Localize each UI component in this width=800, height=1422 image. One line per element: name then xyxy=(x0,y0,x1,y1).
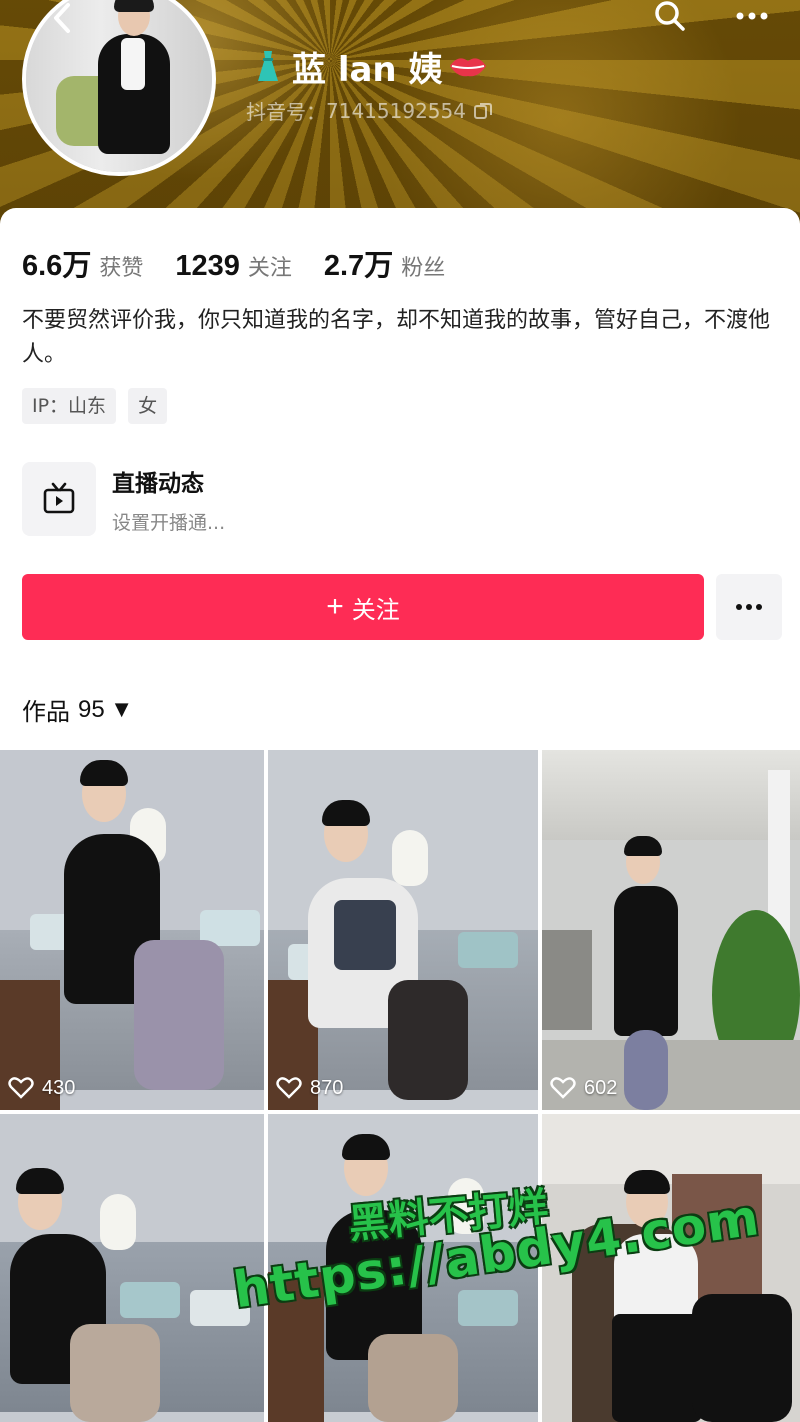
lips-icon xyxy=(450,58,487,77)
douyin-id: 抖音号： 71415192554 xyxy=(246,96,494,125)
caret-down-icon: ▼ xyxy=(114,699,129,720)
follow-label: 关注 xyxy=(351,596,400,624)
video-likes: 602 xyxy=(550,1076,617,1100)
profile-page: 蓝 lan 姨 抖音号： 71415192554 6.6万 获赞 1239 关注… xyxy=(0,0,800,1422)
douyin-id-value: 71415192554 xyxy=(326,98,466,123)
tag-ip: IP：山东 xyxy=(22,388,117,424)
more-options-button[interactable] xyxy=(728,0,776,34)
search-icon xyxy=(655,1,685,31)
stat-followers[interactable]: 2.7万 粉丝 xyxy=(324,242,445,284)
back-button[interactable] xyxy=(38,0,86,36)
plus-icon: + xyxy=(326,590,344,623)
ellipsis-icon xyxy=(736,604,762,610)
profile-tags: IP：山东 女 xyxy=(22,388,179,424)
live-icon-box xyxy=(22,462,96,536)
chevron-left-icon xyxy=(54,3,70,33)
video-likes: 430 xyxy=(8,1076,75,1100)
video-thumbnail[interactable]: 870 xyxy=(268,750,538,1110)
stats-row: 6.6万 获赞 1239 关注 2.7万 粉丝 xyxy=(22,242,477,284)
profile-bio: 不要贸然评价我，你只知道我的名字，却不知道我的故事，管好自己，不渡他人。 xyxy=(22,308,771,367)
stat-following[interactable]: 1239 关注 xyxy=(175,250,292,283)
search-button[interactable] xyxy=(646,0,694,34)
stat-following-label: 关注 xyxy=(247,256,292,281)
live-tv-icon xyxy=(43,482,75,514)
tag-gender: 女 xyxy=(128,388,168,424)
video-likes-count: 870 xyxy=(310,1076,344,1099)
profile-name: 蓝 lan 姨 xyxy=(292,49,443,90)
video-likes-count: 602 xyxy=(584,1076,618,1099)
works-tab[interactable]: 作品 95 ▼ xyxy=(22,692,129,727)
video-thumbnail[interactable]: 430 xyxy=(0,750,264,1110)
stat-likes-label: 获赞 xyxy=(99,256,144,281)
heart-icon xyxy=(550,1077,576,1099)
video-thumbnail[interactable] xyxy=(0,1114,264,1422)
live-title: 直播动态 xyxy=(112,470,204,497)
dress-icon xyxy=(258,51,278,81)
heart-icon xyxy=(276,1077,302,1099)
douyin-id-label: 抖音号： xyxy=(246,100,326,124)
video-likes-count: 430 xyxy=(42,1076,76,1099)
stat-likes[interactable]: 6.6万 获赞 xyxy=(22,242,143,284)
live-activity[interactable]: 直播动态 设置开播通... xyxy=(22,462,225,536)
ellipsis-icon xyxy=(736,12,768,20)
follow-more-button[interactable] xyxy=(716,574,782,640)
live-subtitle: 设置开播通... xyxy=(112,511,226,534)
stat-following-value: 1239 xyxy=(175,250,240,282)
works-label: 作品 xyxy=(22,698,70,726)
video-thumbnail[interactable]: 602 xyxy=(542,750,800,1110)
follow-button[interactable]: + 关注 xyxy=(22,574,704,640)
stat-followers-value: 2.7万 xyxy=(323,250,394,282)
stat-likes-value: 6.6万 xyxy=(22,250,92,282)
video-likes: 870 xyxy=(276,1076,343,1100)
heart-icon xyxy=(8,1077,34,1099)
stat-followers-label: 粉丝 xyxy=(401,256,446,281)
works-count: 95 xyxy=(78,695,105,723)
profile-name-row: 蓝 lan 姨 xyxy=(250,44,488,90)
copy-icon[interactable] xyxy=(472,100,494,122)
